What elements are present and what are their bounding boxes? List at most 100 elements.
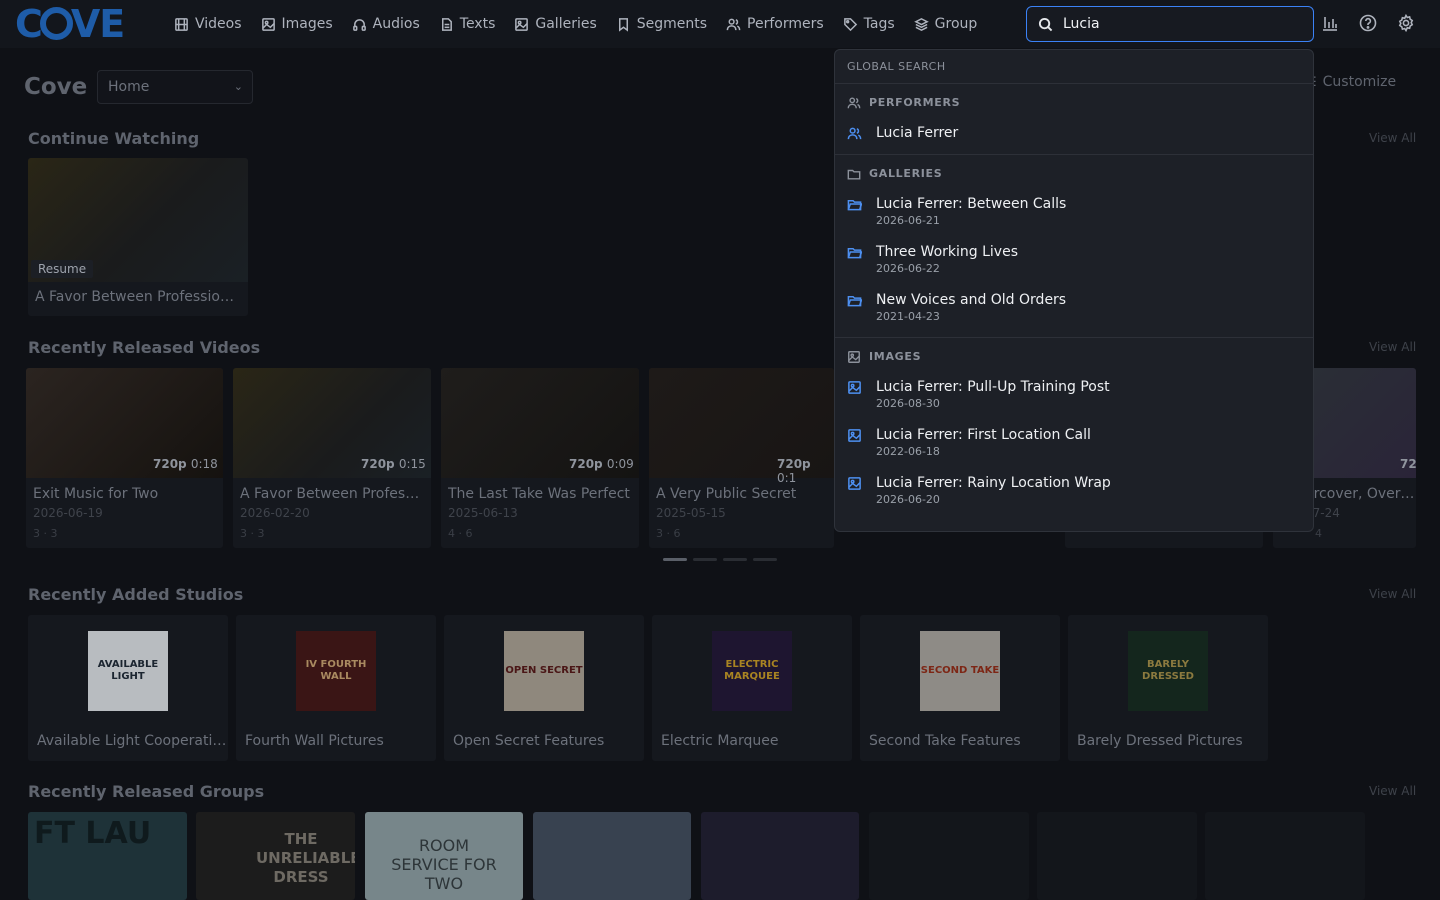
video-card[interactable]: 720p 0:09 The Last Take Was Perfect 2025… xyxy=(441,368,639,548)
group-card[interactable] xyxy=(701,812,859,900)
section-label: IMAGES xyxy=(869,350,922,363)
section-label: GALLERIES xyxy=(869,167,943,180)
studio-card[interactable]: BARELY DRESSED Barely Dressed Pictures xyxy=(1068,615,1268,761)
results-section-performers: PERFORMERS Lucia Ferrer xyxy=(835,84,1313,155)
section-heading: GALLERIES xyxy=(835,155,1313,187)
top-navbar: C VE Videos Images Audios Texts Galleries… xyxy=(0,0,1440,48)
nav-item-audios[interactable]: Audios xyxy=(352,16,420,32)
result-date: 2021-04-23 xyxy=(876,310,940,323)
card-meta: 4 · 6 xyxy=(448,527,473,540)
studio-logo: SECOND TAKE xyxy=(920,631,1000,711)
nav-item-texts[interactable]: Texts xyxy=(439,16,495,32)
studio-logo: ELECTRIC MARQUEE xyxy=(712,631,792,711)
result-gallery[interactable]: New Voices and Old Orders 2021-04-23 xyxy=(835,283,1313,331)
section-label: PERFORMERS xyxy=(869,96,961,109)
card-meta: 3 · 3 xyxy=(240,527,265,540)
group-card[interactable]: ROOM SERVICE FOR TWO xyxy=(365,812,523,900)
result-name: Lucia Ferrer: First Location Call xyxy=(876,427,1091,443)
group-card[interactable] xyxy=(1037,812,1197,900)
studio-name: Electric Marquee xyxy=(661,733,779,749)
result-image[interactable]: Lucia Ferrer: Rainy Location Wrap 2026-06… xyxy=(835,466,1313,514)
nav-item-performers[interactable]: Performers xyxy=(726,16,824,32)
nav-item-tags[interactable]: Tags xyxy=(843,16,895,32)
image-icon xyxy=(848,429,861,442)
video-card[interactable]: 720p 0:18 Exit Music for Two 2026-06-19 … xyxy=(26,368,223,548)
result-date: 2026-06-21 xyxy=(876,214,940,227)
nav-item-segments[interactable]: Segments xyxy=(616,16,707,32)
nav-item-label: Audios xyxy=(372,16,420,32)
card-title: The Last Take Was Perfect xyxy=(448,486,630,502)
result-gallery[interactable]: Three Working Lives 2026-06-22 xyxy=(835,235,1313,283)
result-image[interactable]: Lucia Ferrer: First Location Call 2022-06… xyxy=(835,418,1313,466)
result-gallery[interactable]: Lucia Ferrer: Between Calls 2026-06-21 xyxy=(835,187,1313,235)
group-card[interactable] xyxy=(1205,812,1365,900)
studio-card[interactable]: OPEN SECRET Open Secret Features xyxy=(444,615,644,761)
card-title: Exit Music for Two xyxy=(33,486,159,502)
video-card[interactable]: 720p 0:15 A Favor Between Professi... 20… xyxy=(233,368,431,548)
card-date: 2025-06-13 xyxy=(448,506,518,520)
nav-item-label: Tags xyxy=(863,16,895,32)
view-select[interactable]: Home ⌄ xyxy=(97,70,253,104)
carousel-dot[interactable] xyxy=(723,558,747,561)
studio-name: Second Take Features xyxy=(869,733,1021,749)
group-card[interactable]: THE UNRELIABLE DRESS xyxy=(196,812,355,900)
film-icon xyxy=(175,17,188,31)
nav-item-galleries[interactable]: Galleries xyxy=(514,16,597,32)
video-card[interactable]: 720p 0:1 A Very Public Secret 2025-05-15… xyxy=(649,368,834,548)
result-name: Lucia Ferrer: Between Calls xyxy=(876,196,1067,212)
result-performer[interactable]: Lucia Ferrer xyxy=(835,116,1313,148)
studio-name: Open Secret Features xyxy=(453,733,605,749)
customize-button[interactable]: ☰ Customize xyxy=(1305,74,1396,90)
gear-icon xyxy=(1398,13,1414,33)
stats-button[interactable] xyxy=(1321,14,1341,34)
video-quality-duration: 720p 0:1 xyxy=(777,457,811,485)
studio-name: Fourth Wall Pictures xyxy=(245,733,384,749)
view-all-recent-groups[interactable]: View All xyxy=(1369,784,1416,798)
settings-button[interactable] xyxy=(1397,13,1417,34)
studio-card[interactable]: AVAILABLE LIGHT Available Light Cooperat… xyxy=(28,615,228,761)
nav-item-label: Videos xyxy=(195,16,242,32)
card-title: ercover, Overdre xyxy=(1305,486,1416,502)
section-heading: IMAGES xyxy=(835,338,1313,370)
nav-item-images[interactable]: Images xyxy=(261,16,333,32)
studio-logo: AVAILABLE LIGHT xyxy=(88,631,168,711)
nav-item-group[interactable]: Group xyxy=(913,16,977,32)
search-input[interactable] xyxy=(1063,16,1293,32)
view-all-recent-studios[interactable]: View All xyxy=(1369,587,1416,601)
view-all-recent-videos[interactable]: View All xyxy=(1369,340,1416,354)
group-card[interactable] xyxy=(533,812,691,900)
result-name: Lucia Ferrer: Rainy Location Wrap xyxy=(876,475,1111,491)
help-button[interactable] xyxy=(1359,14,1379,34)
result-name: Three Working Lives xyxy=(876,244,1018,260)
group-card[interactable]: FT LAU xyxy=(28,812,187,900)
view-all-continue-watching[interactable]: View All xyxy=(1369,131,1416,145)
section-heading: PERFORMERS xyxy=(835,84,1313,116)
group-card[interactable] xyxy=(869,812,1029,900)
studio-card[interactable]: IV FOURTH WALL Fourth Wall Pictures xyxy=(236,615,436,761)
layers-icon xyxy=(913,17,929,31)
nav-item-label: Segments xyxy=(636,16,708,32)
cove-logo[interactable]: C VE xyxy=(15,5,125,43)
studio-card[interactable]: SECOND TAKE Second Take Features xyxy=(860,615,1060,761)
gallery-icon xyxy=(515,17,529,31)
nav-item-videos[interactable]: Videos xyxy=(174,16,242,32)
result-image[interactable]: Lucia Ferrer: Pull-Up Training Post 2026-… xyxy=(835,370,1313,418)
users-icon xyxy=(847,127,862,140)
global-search-box[interactable] xyxy=(1026,6,1314,42)
dropdown-header: GLOBAL SEARCH xyxy=(835,50,1313,84)
image-icon xyxy=(261,17,275,31)
folder-open-icon xyxy=(847,248,862,259)
view-select-value: Home xyxy=(108,79,150,95)
carousel-dot[interactable] xyxy=(693,558,717,561)
nav-item-label: Galleries xyxy=(535,16,597,32)
headphones-icon xyxy=(352,18,366,31)
studio-card[interactable]: ELECTRIC MARQUEE Electric Marquee xyxy=(652,615,852,761)
studio-name: Barely Dressed Pictures xyxy=(1077,733,1243,749)
carousel-dot[interactable] xyxy=(663,558,687,561)
carousel-dot[interactable] xyxy=(753,558,777,561)
page-title: Cove xyxy=(24,74,88,100)
studio-logo: OPEN SECRET xyxy=(504,631,584,711)
continue-watching-card[interactable]: A Favor Between Professionals xyxy=(28,158,248,316)
chevron-down-icon: ⌄ xyxy=(233,80,243,93)
customize-label: Customize xyxy=(1322,74,1397,90)
